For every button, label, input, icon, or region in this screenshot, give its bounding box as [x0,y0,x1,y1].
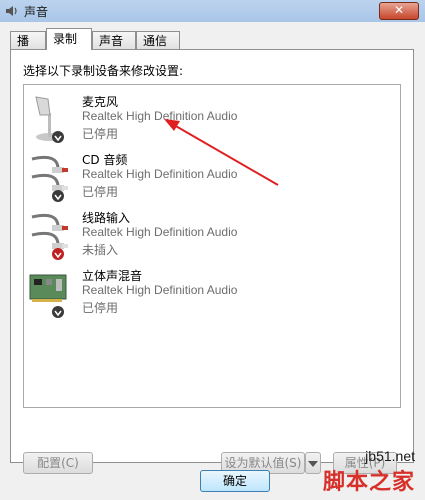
watermark-brand: 脚本之家 [322,470,415,495]
annotation-arrow [164,119,279,186]
close-button[interactable]: ✕ [379,2,419,20]
recording-panel: 选择以下录制设备来修改设置: 麦克风 Realtek High Definiti… [10,49,414,474]
device-list[interactable]: 麦克风 Realtek High Definition Audio 已停用 CD… [23,84,401,408]
tab-playback[interactable]: 播放 [10,31,46,66]
title-bar: 声音 ✕ [0,0,425,23]
window-title: 声音 [24,5,49,19]
chevron-down-icon [308,461,318,467]
watermark: jb51.net 脚本之家 [323,448,415,496]
ok-button[interactable]: 确定 [200,470,270,492]
tab-communications[interactable]: 通信 [136,31,180,49]
speaker-icon [6,6,17,16]
tab-sounds[interactable]: 声音 [92,31,136,49]
instruction-text: 选择以下录制设备来修改设置: [23,64,184,78]
watermark-url: jb51.net [365,448,415,464]
sound-dialog: 播放 录制 声音 通信 选择以下录制设备来修改设置: 麦克风 Realtek H… [0,22,425,500]
configure-button[interactable]: 配置(C) [23,452,93,474]
tab-recording[interactable]: 录制 [46,28,92,50]
set-default-dropdown[interactable] [305,452,321,474]
